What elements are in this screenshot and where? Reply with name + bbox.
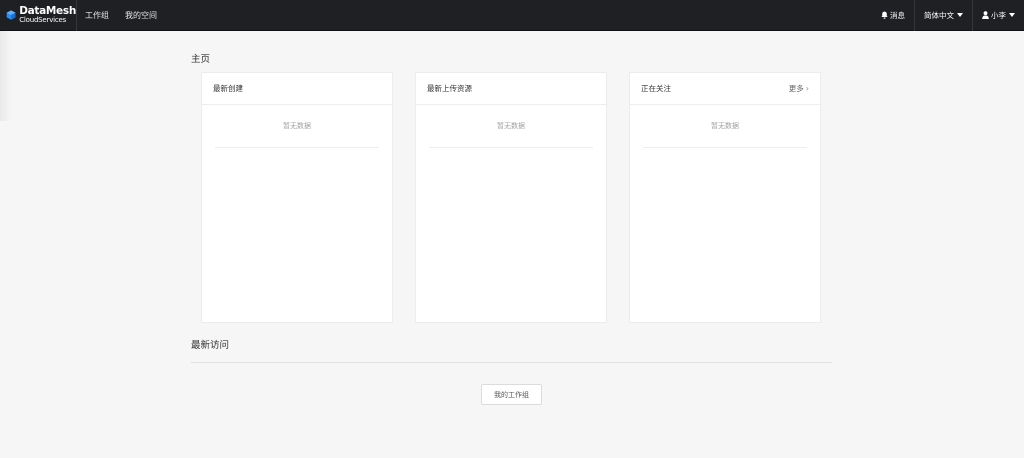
card-title: 最新上传资源 [427, 84, 472, 93]
messages-label: 消息 [890, 10, 905, 20]
left-edge-shade [0, 31, 12, 121]
logo-line2: CloudServices [19, 16, 67, 25]
language-label: 简体中文 [924, 10, 954, 20]
card-recently-created: 最新创建 暂无数据 [201, 72, 393, 323]
card-title: 正在关注 [641, 84, 671, 93]
bell-icon [881, 11, 888, 19]
section-divider [191, 362, 832, 363]
card-header: 最新创建 [202, 73, 392, 105]
caret-down-icon [957, 13, 963, 17]
user-name: 小李 [991, 10, 1006, 20]
logo-wordmark: DataMesh CloudServices [19, 6, 76, 25]
card-body: 暂无数据 [202, 105, 392, 148]
more-link[interactable]: 更多 › [789, 83, 809, 94]
nav-item-workgroup[interactable]: 工作组 [77, 0, 117, 31]
chevron-right-icon: › [805, 84, 809, 93]
logo[interactable]: DataMesh CloudServices [0, 0, 77, 31]
empty-state: 暂无数据 [215, 105, 379, 148]
topbar-right: 消息 简体中文 小李 [872, 0, 1024, 31]
logo-line1: DataMesh [19, 4, 76, 17]
home-title: 主页 [191, 54, 211, 65]
card-title: 最新创建 [213, 84, 243, 93]
empty-state: 暂无数据 [643, 105, 807, 148]
card-header: 正在关注 更多 › [630, 73, 820, 105]
card-recently-uploaded: 最新上传资源 暂无数据 [415, 72, 607, 323]
my-workgroup-button[interactable]: 我的工作组 [481, 384, 542, 405]
language-selector[interactable]: 简体中文 [914, 0, 972, 31]
user-icon [982, 11, 989, 19]
cube-logo-icon [6, 10, 16, 20]
empty-state: 暂无数据 [429, 105, 593, 148]
card-following: 正在关注 更多 › 暂无数据 [629, 72, 821, 323]
card-body: 暂无数据 [416, 105, 606, 148]
more-label: 更多 [788, 84, 804, 93]
user-menu[interactable]: 小李 [972, 0, 1024, 31]
card-header: 最新上传资源 [416, 73, 606, 105]
caret-down-icon [1009, 13, 1015, 17]
recent-visits-title: 最新访问 [191, 340, 230, 351]
nav-item-my-space[interactable]: 我的空间 [117, 0, 165, 31]
card-body: 暂无数据 [630, 105, 820, 148]
messages-button[interactable]: 消息 [872, 0, 914, 31]
top-navigation-bar: DataMesh CloudServices 工作组 我的空间 消息 简体中文 … [0, 0, 1024, 31]
